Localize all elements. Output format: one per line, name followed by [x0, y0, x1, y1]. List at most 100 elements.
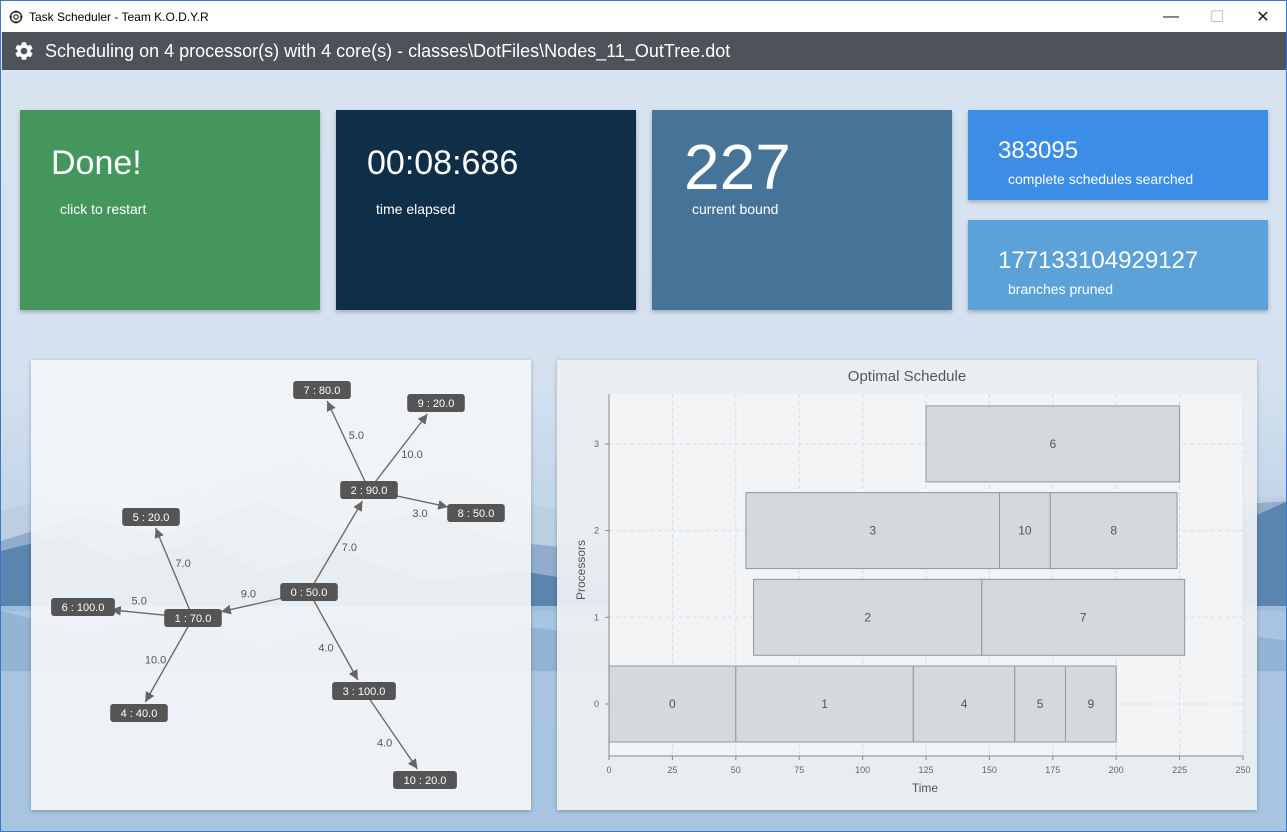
task-bar-6[interactable]: 6	[925, 405, 1181, 483]
x-tick-label: 100	[855, 765, 870, 775]
x-tick-label: 50	[731, 765, 741, 775]
graph-node-0[interactable]: 0 : 50.0	[280, 583, 338, 601]
task-bar-label: 4	[961, 697, 968, 711]
current-bound-card: 227 current bound	[652, 110, 952, 310]
graph-node-3[interactable]: 3 : 100.0	[332, 682, 396, 700]
edge-weight-label: 5.0	[132, 596, 147, 608]
edge-weight-label: 10.0	[145, 655, 166, 667]
y-tick-label: 0	[594, 699, 599, 709]
task-bar-label: 10	[1018, 524, 1032, 538]
task-bar-2[interactable]: 2	[753, 578, 983, 656]
status-value: Done!	[51, 144, 142, 182]
y-tick-label: 1	[594, 612, 599, 622]
graph-edge-2-7	[326, 400, 370, 491]
graph-node-10[interactable]: 10 : 20.0	[393, 771, 457, 789]
edge-weight-label: 7.0	[175, 558, 190, 570]
graph-node-9[interactable]: 9 : 20.0	[407, 394, 465, 412]
graph-node-2[interactable]: 2 : 90.0	[340, 481, 398, 499]
status-card[interactable]: Done! click to restart	[20, 110, 320, 310]
task-bar-label: 9	[1087, 697, 1094, 711]
task-graph: 9.0 7.0 4.0 10.0 7.0 5.0 5.0 3.0 10.0 4.0 0 : 50.…	[51, 381, 505, 789]
maximize-button[interactable]: ☐	[1194, 1, 1240, 32]
edge-weight-label: 4.0	[377, 737, 392, 749]
time-elapsed-value: 00:08:686	[367, 144, 519, 182]
graph-edge-3-10	[363, 690, 419, 770]
graph-node-7[interactable]: 7 : 80.0	[293, 381, 351, 399]
app-window: Task Scheduler - Team K.O.D.Y.R — ☐ ✕ Sc…	[0, 0, 1287, 832]
node-label: 7 : 80.0	[304, 385, 341, 397]
time-elapsed-label: time elapsed	[376, 201, 456, 217]
x-tick-label: 225	[1172, 765, 1187, 775]
task-bar-label: 5	[1037, 697, 1044, 711]
x-tick-label: 125	[918, 765, 933, 775]
task-bar-3[interactable]: 3	[745, 492, 1001, 570]
graph-edge-1-5	[154, 527, 194, 619]
branches-pruned-value: 177133104929127	[998, 247, 1199, 274]
edge-weight-label: 9.0	[241, 588, 256, 600]
edge-weight-label: 7.0	[342, 542, 357, 554]
x-tick-label: 150	[982, 765, 997, 775]
branches-pruned-label: branches pruned	[1008, 281, 1114, 297]
node-label: 2 : 90.0	[351, 485, 388, 497]
task-bar-9[interactable]: 9	[1064, 665, 1117, 743]
x-tick-label: 175	[1045, 765, 1060, 775]
schedule-chart: Optimal Schedule 0 1 4 5 92 73 10 86 0 25 50 75 100…	[574, 368, 1251, 795]
header-bar: Scheduling on 4 processor(s) with 4 core…	[2, 32, 1286, 70]
node-label: 10 : 20.0	[404, 775, 447, 787]
chart-title: Optimal Schedule	[848, 368, 966, 385]
node-label: 0 : 50.0	[291, 587, 328, 599]
task-bar-10[interactable]: 10	[999, 492, 1051, 570]
title-bar: Task Scheduler - Team K.O.D.Y.R — ☐ ✕	[1, 1, 1286, 32]
task-bar-label: 7	[1080, 610, 1087, 624]
branches-pruned-card: 177133104929127 branches pruned	[968, 220, 1268, 310]
task-bar-0[interactable]: 0	[608, 665, 737, 743]
task-bar-8[interactable]: 8	[1049, 492, 1178, 570]
y-axis-label: Processors	[574, 540, 588, 600]
edge-weight-label: 10.0	[401, 449, 422, 461]
graph-node-4[interactable]: 4 : 40.0	[110, 704, 168, 722]
app-icon	[9, 10, 23, 23]
graph-node-8[interactable]: 8 : 50.0	[447, 504, 505, 522]
window-title: Task Scheduler - Team K.O.D.Y.R	[29, 9, 209, 24]
task-bar-label: 3	[869, 524, 876, 538]
edge-weight-label: 4.0	[318, 642, 333, 654]
time-elapsed-card: 00:08:686 time elapsed	[336, 110, 636, 310]
optimal-schedule-panel: Optimal Schedule 0 1 4 5 9 2 7 3 10 8 6 0 25 50 75 100…	[557, 360, 1257, 810]
x-tick-label: 75	[794, 765, 804, 775]
task-bar-7[interactable]: 7	[981, 578, 1186, 656]
x-tick-label: 250	[1235, 765, 1250, 775]
close-button[interactable]: ✕	[1240, 1, 1286, 32]
y-tick-label: 3	[594, 439, 599, 449]
gear-icon	[15, 42, 33, 60]
x-tick-label: 25	[667, 765, 677, 775]
complete-schedules-value: 383095	[998, 137, 1079, 164]
graph-node-1[interactable]: 1 : 70.0	[164, 609, 222, 627]
task-bar-1[interactable]: 1	[735, 665, 914, 743]
header-title: Scheduling on 4 processor(s) with 4 core…	[45, 40, 731, 61]
graph-node-5[interactable]: 5 : 20.0	[122, 508, 180, 526]
task-bar-label: 8	[1110, 524, 1117, 538]
node-label: 9 : 20.0	[418, 398, 455, 410]
node-label: 5 : 20.0	[133, 512, 170, 524]
edge-weight-label: 5.0	[349, 430, 364, 442]
task-bar-label: 2	[864, 610, 871, 624]
status-label: click to restart	[60, 201, 147, 217]
task-bar-label: 6	[1049, 437, 1056, 451]
complete-schedules-card: 383095 complete schedules searched	[968, 110, 1268, 200]
node-label: 1 : 70.0	[175, 613, 212, 625]
x-tick-label: 0	[606, 765, 611, 775]
y-tick-label: 2	[594, 526, 599, 536]
graph-node-6[interactable]: 6 : 100.0	[51, 598, 115, 616]
x-tick-label: 200	[1109, 765, 1124, 775]
current-bound-label: current bound	[692, 201, 779, 217]
task-bar-5[interactable]: 5	[1014, 665, 1066, 743]
node-label: 3 : 100.0	[343, 686, 386, 698]
x-axis-label: Time	[912, 781, 939, 795]
task-bar-label: 1	[821, 697, 828, 711]
node-label: 4 : 40.0	[121, 708, 158, 720]
task-bar-4[interactable]: 4	[912, 665, 1016, 743]
node-label: 8 : 50.0	[458, 508, 495, 520]
task-bar-label: 0	[669, 697, 676, 711]
minimize-button[interactable]: —	[1148, 1, 1194, 32]
complete-schedules-label: complete schedules searched	[1008, 171, 1194, 187]
